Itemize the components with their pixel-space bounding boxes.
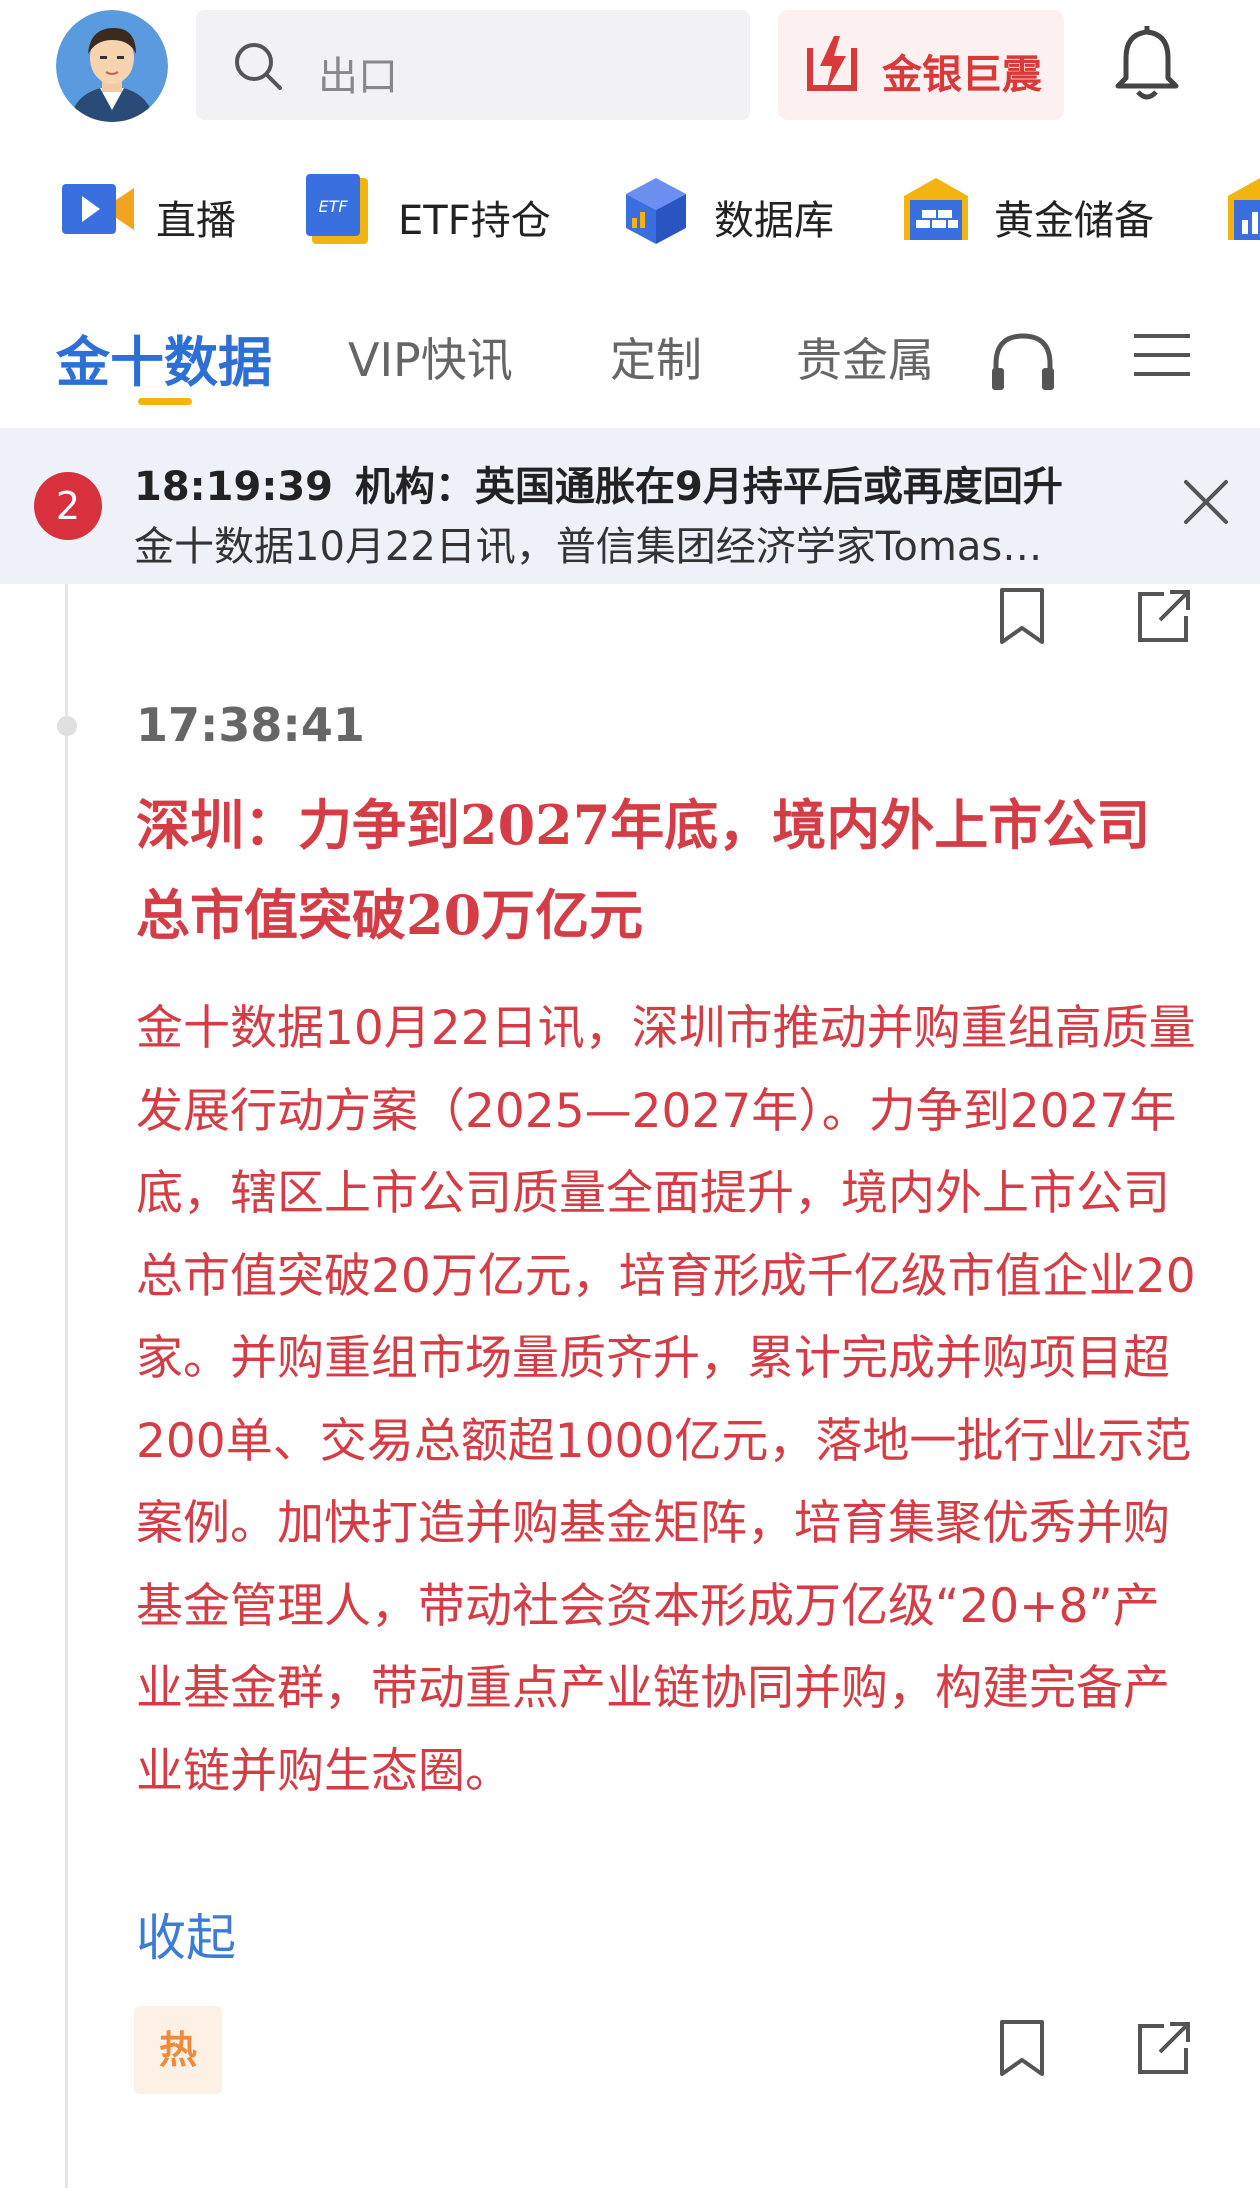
notice-time: 18:19:39 — [134, 464, 333, 510]
flash-alert-icon — [807, 36, 857, 92]
news-title[interactable]: 深圳：力争到2027年底，境内外上市公司总市值突破20万亿元 — [136, 780, 1196, 960]
tab-vip-flash[interactable]: VIP快讯 — [348, 324, 513, 390]
collapse-link[interactable]: 收起 — [136, 1898, 236, 1970]
news-time: 17:38:41 — [136, 698, 365, 752]
shortcut-label: 黄金储备 — [994, 198, 1154, 244]
unread-count-badge: 2 — [34, 472, 102, 540]
menu-icon[interactable] — [1132, 330, 1192, 380]
notice-headline: 机构：英国通胀在9月持平后或再度回升 — [354, 464, 1063, 510]
notice-headline-row: 18:19:39 机构：英国通胀在9月持平后或再度回升 — [134, 454, 1063, 512]
shortcut-label: ETF持仓 — [398, 198, 551, 244]
timeline-dot — [57, 716, 77, 736]
timeline-line — [65, 584, 68, 2188]
flash-notification-banner[interactable]: 2 18:19:39 机构：英国通胀在9月持平后或再度回升 金十数据10月22日讯… — [0, 428, 1260, 584]
shortcut-label: 数据库 — [714, 198, 834, 244]
etf-icon: ETF — [306, 174, 368, 244]
bookmark-icon[interactable] — [992, 586, 1052, 646]
svg-text:ETF: ETF — [318, 197, 348, 216]
notification-bell-icon[interactable] — [1112, 26, 1182, 102]
database-icon — [626, 178, 686, 244]
promo-label: 金银巨震 — [882, 52, 1042, 98]
notice-preview: 金十数据10月22日讯，普信集团经济学家Tomas… — [134, 524, 1043, 570]
gold-reserve-icon — [904, 178, 968, 240]
close-icon[interactable] — [1178, 474, 1234, 530]
promo-banner-button[interactable]: 金银巨震 — [778, 10, 1064, 120]
news-body: 金十数据10月22日讯，深圳市推动并购重组高质量发展行动方案（2025—2027… — [136, 1001, 1196, 1799]
channel-tabs: 金十数据 VIP快讯 定制 贵金属 — [0, 300, 1260, 410]
tab-custom[interactable]: 定制 — [610, 324, 702, 390]
shortcut-etf[interactable]: ETF ETF持仓 — [304, 174, 564, 246]
shortcut-live[interactable]: 直播 — [62, 174, 252, 246]
shortcut-row: 直播 ETF ETF持仓 数据库 黄金储备 — [0, 160, 1260, 260]
shortcut-database[interactable]: 数据库 — [620, 174, 850, 246]
active-tab-indicator — [138, 398, 192, 405]
tab-jin10-data[interactable]: 金十数据 — [56, 318, 272, 397]
chart-building-icon — [1228, 178, 1260, 240]
share-icon[interactable] — [1134, 2018, 1194, 2078]
shortcut-more[interactable] — [1224, 174, 1260, 246]
shortcut-gold-reserve[interactable]: 黄金储备 — [900, 174, 1180, 246]
search-placeholder: 出口 — [318, 54, 398, 100]
headset-icon[interactable] — [988, 330, 1058, 392]
search-icon — [235, 43, 282, 90]
shortcut-label: 直播 — [156, 198, 236, 244]
hot-badge: 热 — [134, 2006, 222, 2094]
tab-precious-metals[interactable]: 贵金属 — [796, 324, 934, 390]
top-bar: 出口 金银巨震 — [0, 0, 1260, 132]
bookmark-icon[interactable] — [992, 2018, 1052, 2078]
user-avatar[interactable] — [56, 10, 168, 122]
live-video-icon — [62, 184, 134, 234]
search-bar[interactable]: 出口 — [196, 10, 750, 120]
share-icon[interactable] — [1134, 586, 1194, 646]
